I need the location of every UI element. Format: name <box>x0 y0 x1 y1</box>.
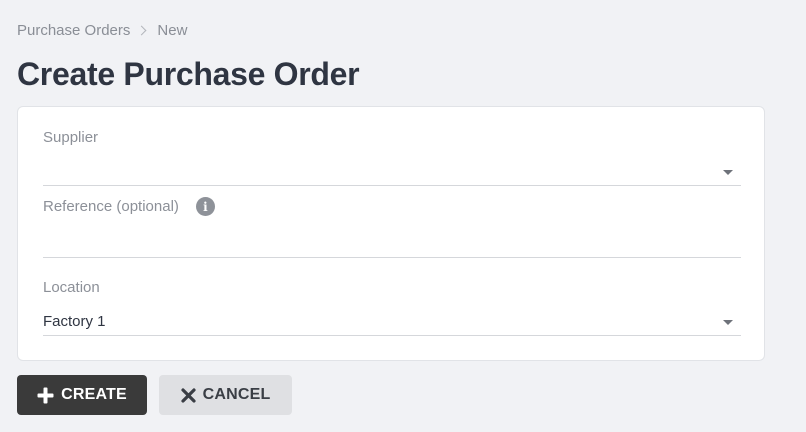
cancel-button[interactable]: CANCEL <box>159 375 292 415</box>
reference-underline <box>43 257 741 258</box>
location-value: Factory 1 <box>43 313 106 330</box>
supplier-select[interactable]: Supplier <box>43 107 741 187</box>
caret-down-icon <box>723 320 733 325</box>
reference-label-text: Reference (optional) <box>43 198 179 215</box>
plus-icon <box>37 387 54 404</box>
close-icon <box>180 387 196 403</box>
create-button[interactable]: CREATE <box>17 375 147 415</box>
reference-field[interactable]: Reference (optional) i <box>43 193 741 259</box>
breadcrumb-current: New <box>157 21 188 39</box>
create-label: CREATE <box>61 386 127 403</box>
cancel-label: CANCEL <box>202 386 271 403</box>
chevron-right-icon <box>136 25 147 35</box>
breadcrumb-link-purchase-orders[interactable]: Purchase Orders <box>17 22 130 39</box>
breadcrumb: Purchase Orders New <box>17 20 187 40</box>
page: Purchase Orders New Create Purchase Orde… <box>0 0 806 432</box>
location-underline <box>43 335 741 336</box>
location-select[interactable]: Location Factory 1 <box>43 273 741 337</box>
form-card: Supplier Reference (optional) i Location… <box>17 106 765 361</box>
page-title: Create Purchase Order <box>17 56 360 92</box>
reference-label: Reference (optional) i <box>43 197 215 216</box>
supplier-label: Supplier <box>43 129 99 146</box>
info-icon[interactable]: i <box>195 197 215 216</box>
location-label: Location <box>43 279 100 296</box>
supplier-underline <box>43 185 741 186</box>
caret-down-icon <box>723 170 733 175</box>
reference-input[interactable] <box>43 225 741 245</box>
